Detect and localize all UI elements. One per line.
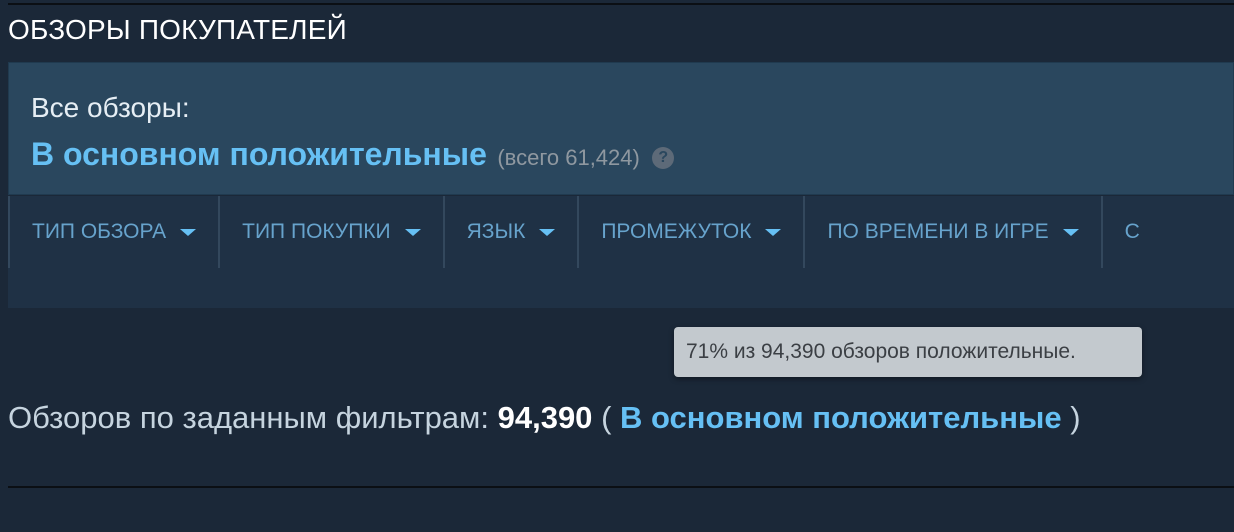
caret-down-icon — [1062, 228, 1079, 236]
close-paren: ) — [1070, 400, 1081, 435]
caret-down-icon — [180, 228, 197, 236]
summary-rating[interactable]: В основном положительные — [31, 136, 487, 172]
caret-down-icon — [765, 228, 782, 236]
open-paren: ( — [601, 400, 612, 435]
filtered-reviews-summary: Обзоров по заданным фильтрам: 94,390 ( В… — [8, 400, 1081, 436]
summary-rating-line: В основном положительные (всего 61,424) … — [31, 136, 675, 173]
question-mark-icon[interactable]: ? — [652, 147, 675, 169]
summary-count: (всего 61,424) — [497, 145, 640, 170]
caret-down-icon — [404, 228, 421, 236]
filter-label: ЯЗЫК — [466, 220, 526, 243]
filtered-rating[interactable]: В основном положительные — [620, 400, 1062, 435]
filter-label: ТИП ПОКУПКИ — [242, 220, 391, 243]
filter-more[interactable]: С — [1103, 196, 1162, 268]
filter-label: ТИП ОБЗОРА — [32, 220, 167, 243]
bottom-divider — [8, 486, 1234, 488]
filter-date-range[interactable]: ПРОМЕЖУТОК — [579, 196, 806, 268]
filtered-prefix: Обзоров по заданным фильтрам: — [8, 400, 489, 435]
review-filter-bar: ТИП ОБЗОРА ТИП ПОКУПКИ ЯЗЫК ПРОМЕЖУТОК П… — [8, 196, 1234, 308]
filter-purchase-type[interactable]: ТИП ПОКУПКИ — [220, 196, 445, 268]
filter-label: ПО ВРЕМЕНИ В ИГРЕ — [827, 220, 1049, 243]
rating-tooltip: 71% из 94,390 обзоров положительные. — [674, 327, 1142, 377]
filter-label: С — [1124, 220, 1140, 243]
filter-tabs: ТИП ОБЗОРА ТИП ПОКУПКИ ЯЗЫК ПРОМЕЖУТОК П… — [8, 196, 1162, 268]
top-divider — [8, 3, 1234, 5]
caret-down-icon — [539, 228, 556, 236]
filter-review-type[interactable]: ТИП ОБЗОРА — [8, 196, 221, 268]
filter-label: ПРОМЕЖУТОК — [601, 220, 752, 243]
all-reviews-label: Все обзоры: — [31, 92, 190, 123]
filtered-count: 94,390 — [497, 400, 593, 435]
filter-language[interactable]: ЯЗЫК — [445, 196, 580, 268]
filter-playtime[interactable]: ПО ВРЕМЕНИ В ИГРЕ — [805, 196, 1103, 268]
section-title: ОБЗОРЫ ПОКУПАТЕЛЕЙ — [8, 14, 347, 45]
review-summary-panel: Все обзоры: В основном положительные (вс… — [8, 62, 1234, 195]
